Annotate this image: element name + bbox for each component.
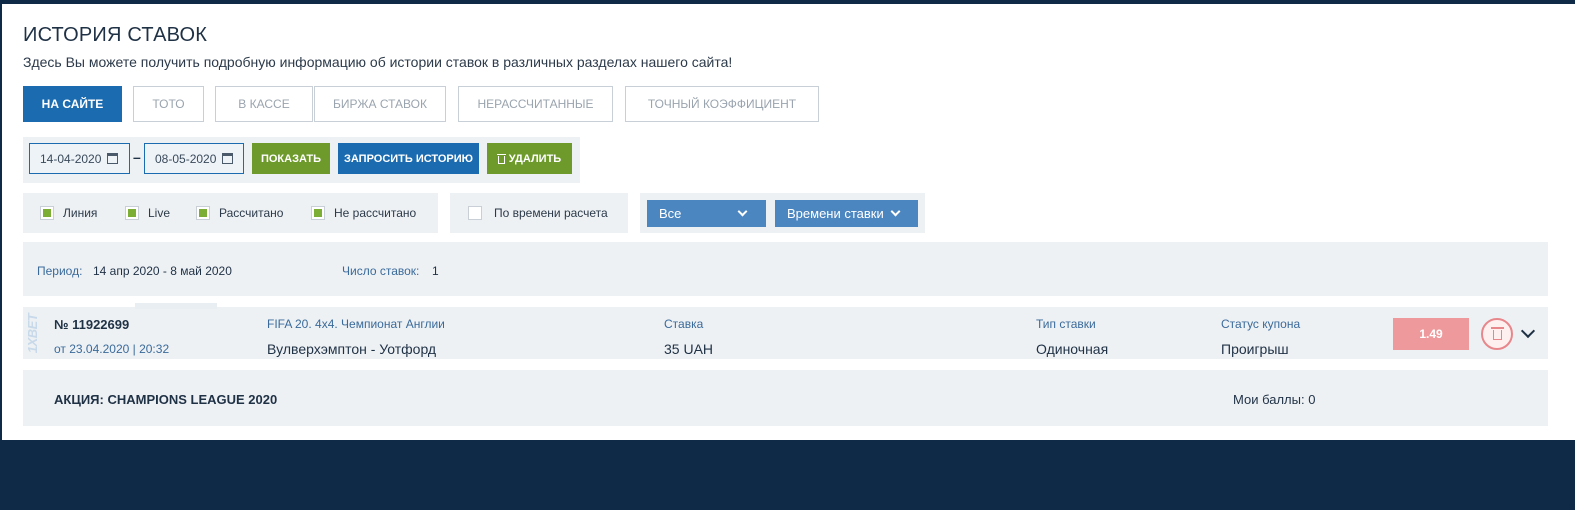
brand-logo-text: 1XBET — [25, 313, 41, 353]
checkbox-settle-time-label: По времени расчета — [494, 206, 608, 220]
status-value: Проигрыш — [1221, 341, 1289, 357]
bet-history-page: ИСТОРИЯ СТАВОК Здесь Вы можете получить … — [2, 4, 1575, 440]
bet-count-value: 1 — [432, 264, 439, 278]
tab-in-cashdesk[interactable]: В КАССЕ — [215, 86, 313, 122]
checkbox-unsettled-box[interactable] — [311, 206, 325, 220]
delete-button-label: УДАЛИТЬ — [508, 152, 562, 165]
calendar-icon — [222, 153, 234, 164]
checkbox-settle-time[interactable]: По времени расчета — [468, 206, 608, 220]
calendar-icon — [107, 153, 119, 164]
tab-bet-exchange[interactable]: БИРЖА СТАВОК — [314, 86, 446, 122]
trash-icon — [496, 153, 506, 164]
checkbox-line-label: Линия — [63, 206, 98, 220]
promo-bar: АКЦИЯ: CHAMPIONS LEAGUE 2020 Мои баллы: … — [23, 370, 1548, 426]
date-to-value: 08-05-2020 — [155, 151, 217, 166]
checkbox-live-box[interactable] — [125, 206, 139, 220]
checkbox-settled-label: Рассчитано — [219, 206, 284, 220]
stake-value: 35 UAH — [664, 341, 714, 357]
delete-button[interactable]: УДАЛИТЬ — [487, 143, 572, 174]
status-header: Статус купона — [1221, 317, 1301, 331]
bet-number: № 11922699 — [54, 317, 130, 332]
brand-logo: 1XBET — [23, 309, 43, 357]
summary-bar: Период: 14 апр 2020 - 8 май 2020 Число с… — [23, 242, 1548, 296]
checkbox-live[interactable]: Live — [125, 206, 170, 220]
date-from-input[interactable]: 14-04-2020 — [29, 143, 130, 174]
page-title: ИСТОРИЯ СТАВОК — [23, 24, 208, 46]
chevron-down-icon — [890, 206, 901, 217]
settle-time-filter: По времени расчета — [450, 193, 628, 233]
scope-select[interactable]: Все — [647, 200, 766, 227]
bet-type-filters: Линия Live Рассчитано Не рассчитано — [23, 193, 438, 233]
event-value: Вулверхэмптон - Уотфорд — [267, 341, 437, 357]
tab-unsettled[interactable]: НЕРАССЧИТАННЫЕ — [458, 86, 613, 122]
period-value: 14 апр 2020 - 8 май 2020 — [93, 264, 232, 278]
bet-row[interactable]: 1XBET № 11922699 от 23.04.2020 | 20:32 F… — [23, 303, 1548, 359]
date-separator: – — [133, 149, 141, 165]
bet-type-header: Тип ставки — [1036, 317, 1096, 331]
bet-date: от 23.04.2020 | 20:32 — [54, 342, 170, 356]
scope-select-value: Все — [659, 206, 682, 221]
select-filters: Все Времени ставки — [640, 193, 925, 233]
checkbox-line-box[interactable] — [40, 206, 54, 220]
checkbox-live-label: Live — [148, 206, 171, 220]
coefficient-badge: 1.49 — [1393, 318, 1469, 350]
chevron-down-icon[interactable] — [1520, 323, 1536, 339]
tab-on-site[interactable]: НА САЙТЕ — [23, 86, 122, 122]
checkbox-settle-time-box[interactable] — [468, 206, 482, 220]
checkbox-unsettled-label: Не рассчитано — [334, 206, 417, 220]
bet-type-value: Одиночная — [1036, 341, 1109, 357]
date-from-value: 14-04-2020 — [40, 151, 102, 166]
checkbox-line[interactable]: Линия — [40, 206, 97, 220]
trash-icon — [1490, 327, 1504, 340]
promo-title: АКЦИЯ: CHAMPIONS LEAGUE 2020 — [54, 392, 278, 407]
tooltip-stub — [135, 303, 217, 309]
promo-points: Мои баллы: 0 — [1233, 392, 1316, 407]
checkbox-unsettled[interactable]: Не рассчитано — [311, 206, 416, 220]
period-label: Период: — [37, 264, 83, 278]
bet-count-label: Число ставок: — [342, 264, 420, 278]
date-to-input[interactable]: 08-05-2020 — [144, 143, 244, 174]
checkbox-settled[interactable]: Рассчитано — [196, 206, 283, 220]
sort-select-value: Времени ставки — [787, 206, 884, 221]
date-filter-bar: 14-04-2020 – 08-05-2020 ПОКАЗАТЬ ЗАПРОСИ… — [23, 137, 580, 183]
show-button[interactable]: ПОКАЗАТЬ — [252, 143, 330, 174]
sort-select[interactable]: Времени ставки — [775, 200, 918, 227]
chevron-down-icon — [737, 206, 748, 217]
request-history-button[interactable]: ЗАПРОСИТЬ ИСТОРИЮ — [338, 143, 479, 174]
delete-bet-button[interactable] — [1481, 318, 1513, 350]
event-header: FIFA 20. 4x4. Чемпионат Англии — [267, 317, 445, 331]
tab-exact-coefficient[interactable]: ТОЧНЫЙ КОЭФФИЦИЕНТ — [625, 86, 819, 122]
checkbox-settled-box[interactable] — [196, 206, 210, 220]
stake-header: Ставка — [664, 317, 704, 331]
page-subtitle: Здесь Вы можете получить подробную инфор… — [23, 54, 733, 70]
tab-toto[interactable]: ТОТО — [133, 86, 204, 122]
